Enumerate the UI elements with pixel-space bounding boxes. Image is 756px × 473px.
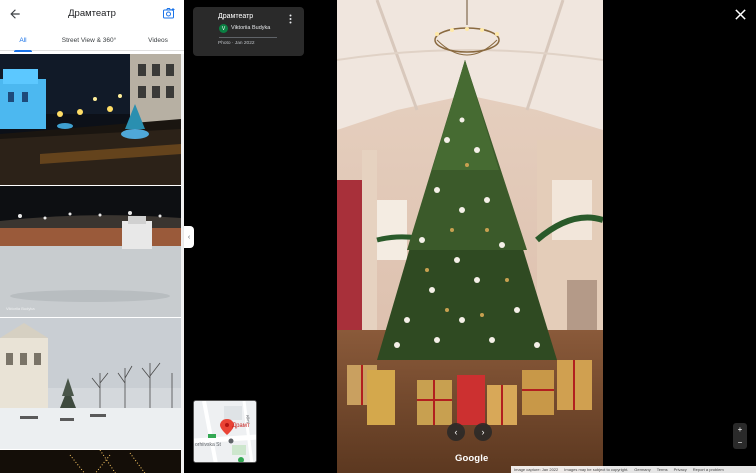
report-problem-link[interactable]: Report a problem	[693, 467, 724, 472]
panel-header: Драмтеатр	[0, 0, 184, 28]
photo-watermark: Viktoriia Budyka	[6, 306, 35, 311]
progress-bar	[219, 37, 277, 38]
close-icon[interactable]	[734, 8, 747, 21]
chevron-left-icon: ‹	[454, 427, 458, 437]
map-footer: Image capture: Jan 2022 Images may be su…	[511, 466, 756, 473]
photo-date: Photo · Jan 2022	[218, 41, 255, 46]
chevron-right-icon: ›	[481, 427, 485, 437]
tab-street-view[interactable]: Street View & 360°	[55, 30, 123, 51]
zoom-control: + −	[733, 423, 747, 449]
media-tabs: All Street View & 360° Videos	[0, 30, 184, 52]
previous-photo-button[interactable]: ‹	[447, 423, 465, 441]
photo-thumbnail[interactable]: Viktoriia Budyka	[0, 186, 181, 317]
photo-viewer-page: Драмтеатр All Street View & 360° Videos	[0, 0, 756, 473]
photo-thumbnail[interactable]	[0, 318, 181, 449]
chevron-left-icon: ‹	[187, 233, 191, 241]
privacy-link[interactable]: Privacy	[674, 467, 687, 472]
photo-place-title[interactable]: Драмтеатр	[218, 13, 253, 20]
main-photo[interactable]	[337, 0, 603, 473]
more-options-icon[interactable]	[289, 14, 292, 24]
map-place-label: Драмт	[232, 423, 250, 429]
photo-thumbnail[interactable]	[0, 450, 181, 473]
photos-side-panel: Драмтеатр All Street View & 360° Videos	[0, 0, 184, 473]
image-capture-date: Image capture: Jan 2022	[514, 467, 559, 472]
zoom-in-button[interactable]: +	[733, 423, 747, 436]
place-title: Драмтеатр	[68, 8, 116, 19]
collapse-panel-button[interactable]: ‹	[184, 226, 194, 248]
terms-link[interactable]: Terms	[657, 467, 668, 472]
map-street-label: orhiivska St	[195, 442, 221, 448]
photo-thumbnail[interactable]	[0, 54, 181, 185]
next-photo-button[interactable]: ›	[474, 423, 492, 441]
copyright-notice: Images may be subject to copyright.	[564, 467, 629, 472]
mini-map[interactable]: Драмт orhiivska St Alley	[193, 400, 257, 463]
google-logo: Google	[455, 453, 489, 464]
tab-videos[interactable]: Videos	[140, 30, 176, 51]
photo-info-card: Драмтеатр V Viktoriia Budyka Photo · Jan…	[193, 7, 304, 56]
zoom-out-button[interactable]: −	[733, 436, 747, 449]
country-link[interactable]: Germany	[634, 467, 650, 472]
author-name[interactable]: Viktoriia Budyka	[231, 25, 270, 31]
panel-scrollbar[interactable]	[181, 54, 184, 473]
add-photo-icon[interactable]	[163, 8, 175, 19]
author-avatar[interactable]: V	[219, 24, 228, 33]
tab-all[interactable]: All	[10, 30, 36, 52]
